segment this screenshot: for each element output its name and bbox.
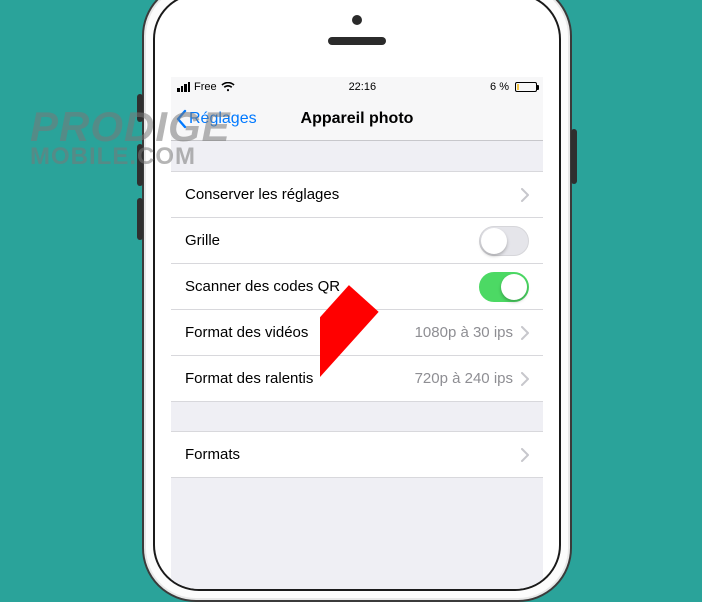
row-label: Format des vidéos: [185, 324, 415, 341]
clock: 22:16: [349, 81, 377, 93]
phone-bezel: Free 22:16 6 %: [153, 0, 561, 591]
volume-up-button: [137, 144, 143, 186]
row-formats[interactable]: Formats: [171, 432, 543, 478]
chevron-right-icon: [521, 372, 529, 386]
row-preserve-settings[interactable]: Conserver les réglages: [171, 172, 543, 218]
row-slomo-format[interactable]: Format des ralentis 720p à 240 ips: [171, 356, 543, 402]
chevron-left-icon: [175, 109, 187, 129]
chevron-right-icon: [521, 188, 529, 202]
section-gap: [171, 402, 543, 432]
screen: Free 22:16 6 %: [171, 77, 543, 589]
volume-down-button: [137, 198, 143, 240]
back-label: Réglages: [189, 110, 257, 128]
row-value: 1080p à 30 ips: [415, 324, 513, 341]
row-label: Conserver les réglages: [185, 186, 521, 203]
chevron-right-icon: [521, 448, 529, 462]
chevron-right-icon: [521, 326, 529, 340]
row-video-format[interactable]: Format des vidéos 1080p à 30 ips: [171, 310, 543, 356]
qr-toggle[interactable]: [479, 272, 529, 302]
status-bar: Free 22:16 6 %: [171, 77, 543, 97]
mute-switch: [137, 94, 143, 122]
row-label: Grille: [185, 232, 479, 249]
row-label: Format des ralentis: [185, 370, 415, 387]
settings-list: Conserver les réglages Grille Scanner de…: [171, 171, 543, 478]
grid-toggle[interactable]: [479, 226, 529, 256]
battery-percent: 6 %: [490, 81, 509, 93]
row-value: 720p à 240 ips: [415, 370, 513, 387]
signal-icon: [177, 82, 190, 92]
row-grid: Grille: [171, 218, 543, 264]
carrier-label: Free: [194, 81, 217, 93]
wifi-icon: [221, 82, 235, 92]
nav-bar: Réglages Appareil photo: [171, 97, 543, 141]
battery-icon: [513, 82, 537, 92]
phone-frame: Free 22:16 6 %: [142, 0, 572, 602]
status-left: Free: [177, 81, 235, 93]
row-label: Formats: [185, 446, 521, 463]
earpiece-speaker: [328, 37, 386, 45]
back-button[interactable]: Réglages: [171, 109, 257, 129]
row-label: Scanner des codes QR: [185, 278, 479, 295]
power-button: [571, 129, 577, 184]
camera-sensor: [352, 15, 362, 25]
row-scan-qr: Scanner des codes QR: [171, 264, 543, 310]
status-right: 6 %: [490, 81, 537, 93]
